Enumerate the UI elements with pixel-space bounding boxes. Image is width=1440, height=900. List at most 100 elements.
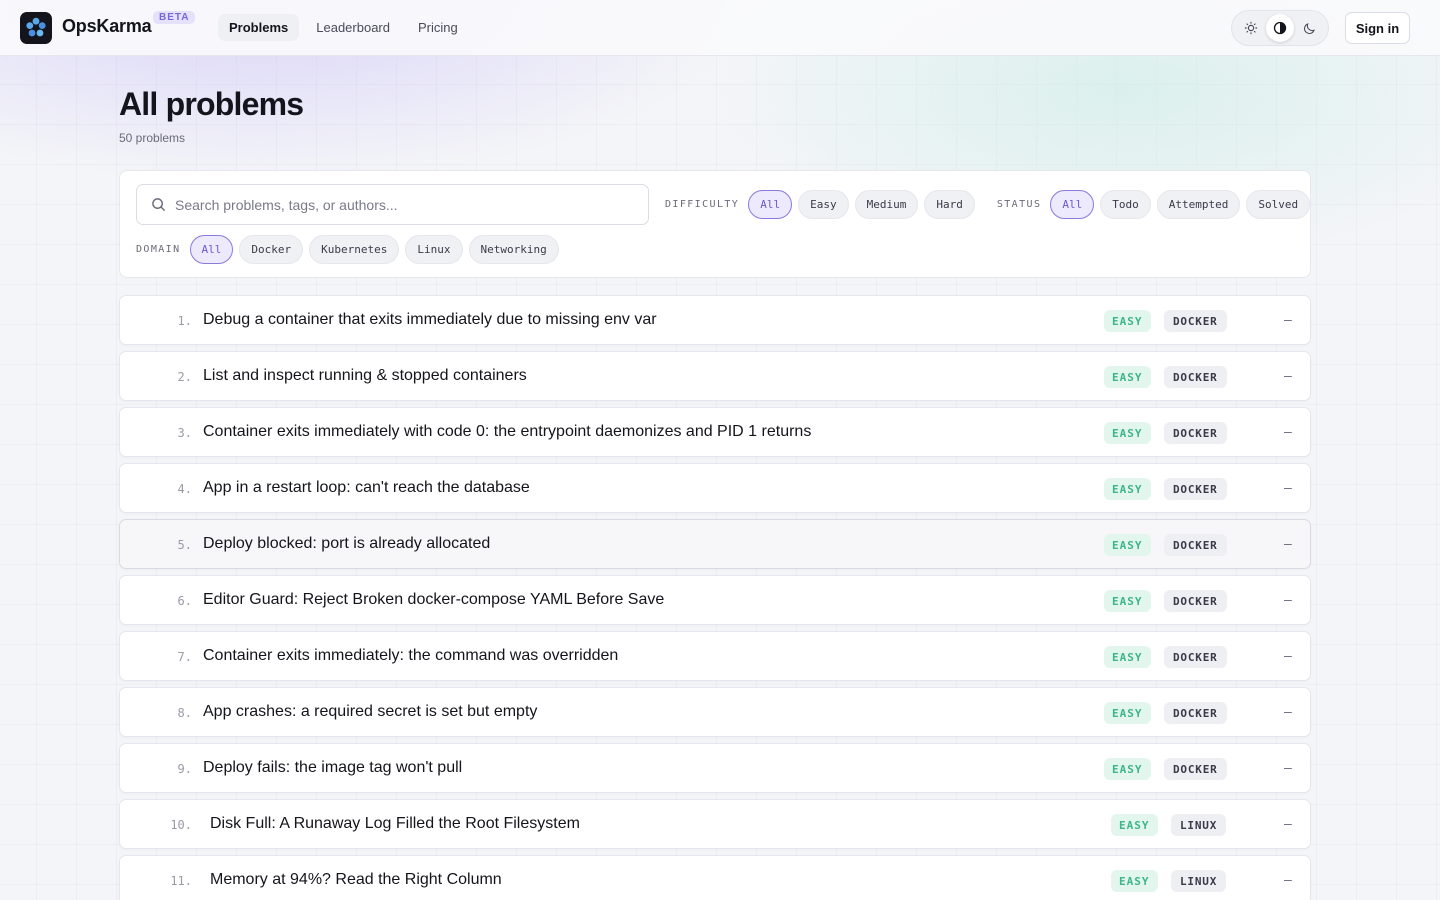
problem-title[interactable]: Memory at 94%? Read the Right Column xyxy=(210,871,502,889)
nav-problems[interactable]: Problems xyxy=(218,14,300,41)
sun-icon xyxy=(1244,21,1257,35)
difficulty-badge: EASY xyxy=(1104,702,1151,724)
difficulty-badge: EASY xyxy=(1111,814,1158,836)
difficulty-chip-medium[interactable]: Medium xyxy=(854,190,919,219)
difficulty-badge: EASY xyxy=(1104,758,1151,780)
difficulty-label: DIFFICULTY xyxy=(665,199,740,210)
problem-number: 9. xyxy=(177,762,192,776)
difficulty-badge: EASY xyxy=(1104,366,1151,388)
light-theme-button[interactable] xyxy=(1237,14,1265,42)
domain-badge: DOCKER xyxy=(1164,702,1227,724)
status-indicator: – xyxy=(1284,479,1292,495)
domain-badge: DOCKER xyxy=(1164,590,1227,612)
dark-theme-button[interactable] xyxy=(1295,14,1323,42)
problem-title[interactable]: Disk Full: A Runaway Log Filled the Root… xyxy=(210,815,580,833)
problem-number: 8. xyxy=(177,706,192,720)
domain-badge: DOCKER xyxy=(1164,758,1227,780)
problem-row[interactable]: 4. App in a restart loop: can't reach th… xyxy=(119,463,1311,513)
problem-number: 10. xyxy=(170,818,192,832)
filter-panel: DIFFICULTY All Easy Medium Hard STATUS A… xyxy=(119,170,1311,278)
difficulty-chip-easy[interactable]: Easy xyxy=(798,190,849,219)
brand-name[interactable]: OpsKarma xyxy=(62,16,152,37)
top-nav-bar: OpsKarma BETA Problems Leaderboard Prici… xyxy=(0,0,1440,56)
status-indicator: – xyxy=(1284,591,1292,607)
status-indicator: – xyxy=(1284,647,1292,663)
difficulty-badge: EASY xyxy=(1104,422,1151,444)
problem-number: 2. xyxy=(177,370,192,384)
theme-toggle xyxy=(1231,10,1329,46)
status-chip-todo[interactable]: Todo xyxy=(1100,190,1151,219)
difficulty-badge: EASY xyxy=(1111,870,1158,892)
problem-number: 6. xyxy=(177,594,192,608)
system-theme-button[interactable] xyxy=(1265,14,1294,42)
problem-row[interactable]: 6. Editor Guard: Reject Broken docker-co… xyxy=(119,575,1311,625)
status-indicator: – xyxy=(1284,815,1292,831)
difficulty-badge: EASY xyxy=(1104,478,1151,500)
domain-badge: DOCKER xyxy=(1164,310,1227,332)
status-chip-attempted[interactable]: Attempted xyxy=(1156,190,1241,219)
problem-title[interactable]: Container exits immediately: the command… xyxy=(203,647,618,665)
status-indicator: – xyxy=(1284,311,1292,327)
search-box[interactable] xyxy=(136,184,649,225)
problem-row[interactable]: 1. Debug a container that exits immediat… xyxy=(119,295,1311,345)
search-icon xyxy=(152,198,166,212)
difficulty-badge: EASY xyxy=(1104,590,1151,612)
difficulty-badge: EASY xyxy=(1104,646,1151,668)
difficulty-badge: EASY xyxy=(1104,534,1151,556)
difficulty-badge: EASY xyxy=(1104,310,1151,332)
nav-pricing[interactable]: Pricing xyxy=(407,14,469,41)
contrast-icon xyxy=(1273,21,1287,35)
nav-leaderboard[interactable]: Leaderboard xyxy=(305,14,401,41)
domain-badge: DOCKER xyxy=(1164,534,1227,556)
domain-label: DOMAIN xyxy=(136,244,181,255)
problem-row[interactable]: 8. App crashes: a required secret is set… xyxy=(119,687,1311,737)
domain-filter: DOMAIN All Docker Kubernetes Linux Netwo… xyxy=(136,235,559,264)
problem-row[interactable]: 5. Deploy blocked: port is already alloc… xyxy=(119,519,1311,569)
domain-chip-all[interactable]: All xyxy=(189,235,234,264)
problem-title[interactable]: Container exits immediately with code 0:… xyxy=(203,423,811,441)
problem-row[interactable]: 3. Container exits immediately with code… xyxy=(119,407,1311,457)
problem-title[interactable]: App in a restart loop: can't reach the d… xyxy=(203,479,530,497)
problem-title[interactable]: Deploy blocked: port is already allocate… xyxy=(203,535,490,553)
problem-count: 50 problems xyxy=(119,131,186,145)
main-nav: Problems Leaderboard Pricing xyxy=(218,14,469,41)
status-chip-all[interactable]: All xyxy=(1050,190,1095,219)
domain-badge: DOCKER xyxy=(1164,478,1227,500)
problem-title[interactable]: Deploy fails: the image tag won't pull xyxy=(203,759,462,777)
problem-title[interactable]: App crashes: a required secret is set bu… xyxy=(203,703,537,721)
status-indicator: – xyxy=(1284,423,1292,439)
problem-number: 5. xyxy=(177,538,192,552)
problem-number: 4. xyxy=(177,482,192,496)
status-indicator: – xyxy=(1284,871,1292,887)
problem-title[interactable]: Debug a container that exits immediately… xyxy=(203,311,657,329)
problem-row[interactable]: 10. Disk Full: A Runaway Log Filled the … xyxy=(119,799,1311,849)
status-indicator: – xyxy=(1284,759,1292,775)
problem-number: 11. xyxy=(170,874,192,888)
problem-title[interactable]: List and inspect running & stopped conta… xyxy=(203,367,527,385)
status-label: STATUS xyxy=(996,199,1042,210)
problem-row[interactable]: 2. List and inspect running & stopped co… xyxy=(119,351,1311,401)
search-input[interactable] xyxy=(175,196,635,213)
logo-icon[interactable] xyxy=(20,12,52,44)
domain-chip-linux[interactable]: Linux xyxy=(405,235,463,264)
domain-badge: DOCKER xyxy=(1164,646,1227,668)
domain-chip-kubernetes[interactable]: Kubernetes xyxy=(309,235,400,264)
status-indicator: – xyxy=(1284,703,1292,719)
problem-row[interactable]: 7. Container exits immediately: the comm… xyxy=(119,631,1311,681)
problem-title[interactable]: Editor Guard: Reject Broken docker-compo… xyxy=(203,591,664,609)
problem-row[interactable]: 9. Deploy fails: the image tag won't pul… xyxy=(119,743,1311,793)
domain-badge: DOCKER xyxy=(1164,422,1227,444)
status-indicator: – xyxy=(1284,535,1292,551)
domain-badge: DOCKER xyxy=(1164,366,1227,388)
problem-row[interactable]: 11. Memory at 94%? Read the Right Column… xyxy=(119,855,1311,900)
domain-badge: LINUX xyxy=(1171,870,1227,892)
sign-in-button[interactable]: Sign in xyxy=(1345,12,1410,44)
domain-chip-networking[interactable]: Networking xyxy=(468,235,559,264)
difficulty-chip-all[interactable]: All xyxy=(748,190,793,219)
status-chip-solved[interactable]: Solved xyxy=(1246,190,1311,219)
beta-badge: BETA xyxy=(153,11,196,24)
domain-chip-docker[interactable]: Docker xyxy=(239,235,304,264)
difficulty-chip-hard[interactable]: Hard xyxy=(924,190,975,219)
problem-number: 3. xyxy=(177,426,192,440)
difficulty-filter: DIFFICULTY All Easy Medium Hard STATUS A… xyxy=(665,190,1311,219)
